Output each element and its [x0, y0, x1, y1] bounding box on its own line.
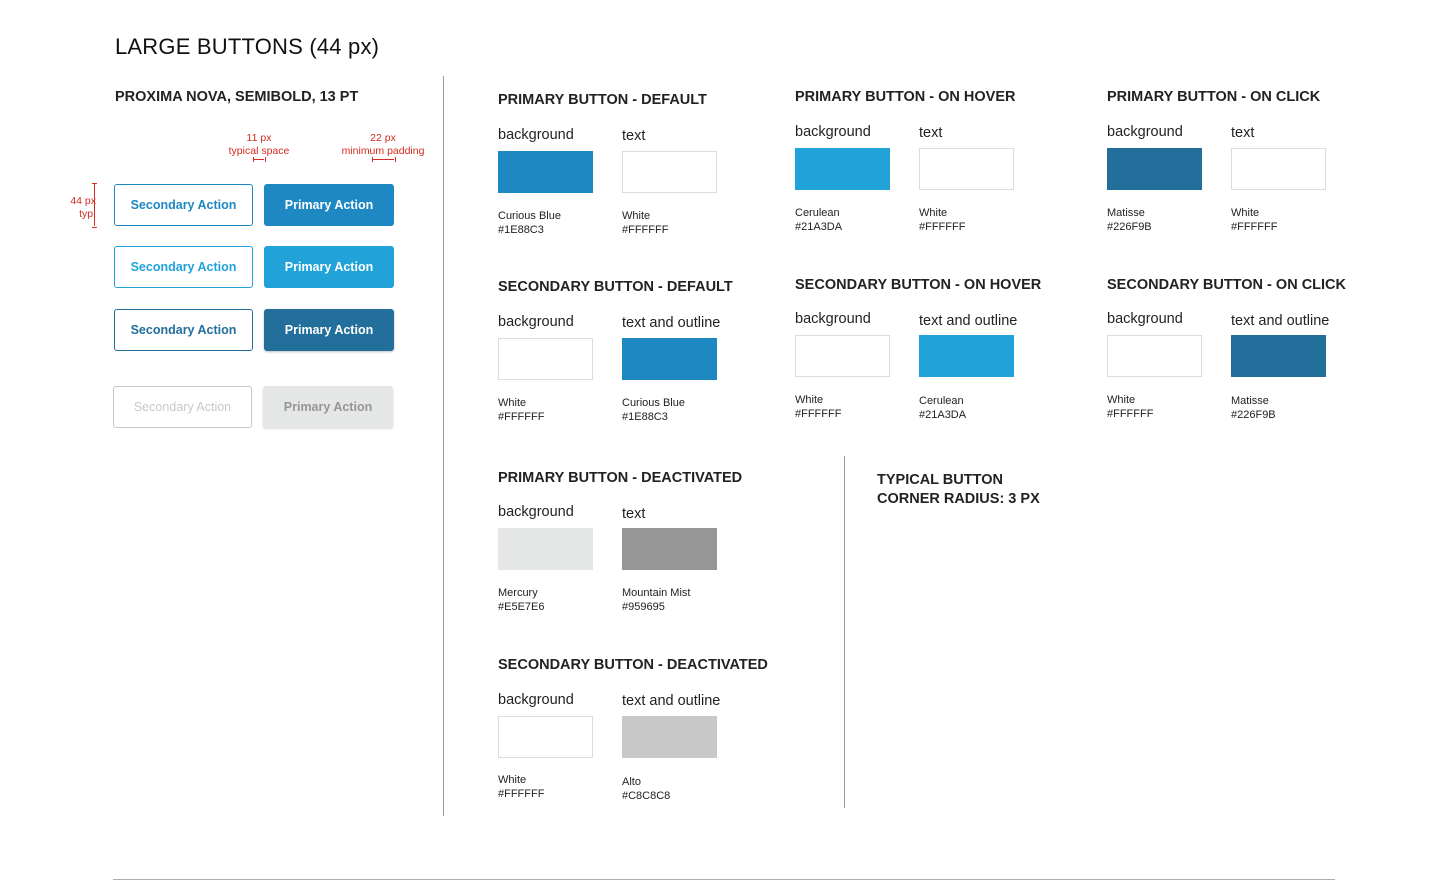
secondary-deactivated-fg-color: Alto #C8C8C8 — [622, 776, 671, 802]
secondary-default-title: SECONDARY BUTTON - DEFAULT — [498, 279, 733, 295]
primary-deactivated-fg-color: Mountain Mist #959695 — [622, 587, 691, 613]
primary-click-title: PRIMARY BUTTON - ON CLICK — [1107, 89, 1321, 105]
corner-radius-note: TYPICAL BUTTON CORNER RADIUS: 3 PX — [877, 472, 1040, 507]
secondary-default-fg-label: text and outline — [622, 315, 721, 331]
secondary-deactivated-fg-swatch — [622, 716, 717, 758]
primary-hover-bg-swatch — [795, 148, 890, 190]
primary-deactivated-title: PRIMARY BUTTON - DEACTIVATED — [498, 470, 743, 486]
primary-default-bg-label: background — [498, 127, 574, 143]
primary-click-bg-label: background — [1107, 124, 1183, 140]
primary-deactivated-fg-label: text — [622, 506, 646, 522]
secondary-click-bg-swatch — [1107, 335, 1202, 377]
primary-deactivated-bg-swatch — [498, 528, 593, 570]
primary-button-deactivated: Primary Action — [263, 386, 393, 428]
primary-hover-fg-label: text — [919, 125, 943, 141]
secondary-hover-bg-color: White #FFFFFF — [795, 394, 842, 420]
primary-click-bg-color: Matisse #226F9B — [1107, 207, 1152, 233]
page-title: LARGE BUTTONS (44 px) — [115, 34, 380, 59]
min-padding-annotation: 22 px minimum padding — [341, 132, 425, 157]
primary-deactivated-bg-label: background — [498, 504, 574, 520]
left-divider — [443, 76, 444, 816]
primary-button-click[interactable]: Primary Action — [264, 309, 394, 351]
primary-default-bg-color: Curious Blue #1E88C3 — [498, 210, 561, 236]
primary-button-hover[interactable]: Primary Action — [264, 246, 394, 288]
primary-default-title: PRIMARY BUTTON - DEFAULT — [498, 92, 707, 108]
secondary-deactivated-bg-label: background — [498, 692, 574, 708]
height-annotation: 44 px typ. — [70, 195, 96, 220]
secondary-button-default[interactable]: Secondary Action — [114, 184, 253, 226]
primary-click-fg-label: text — [1231, 125, 1255, 141]
secondary-deactivated-title: SECONDARY BUTTON - DEACTIVATED — [498, 657, 768, 673]
secondary-deactivated-fg-label: text and outline — [622, 693, 721, 709]
primary-click-fg-swatch — [1231, 148, 1326, 190]
secondary-hover-bg-label: background — [795, 311, 871, 327]
secondary-click-fg-swatch — [1231, 335, 1326, 377]
typical-space-line — [253, 159, 264, 160]
secondary-button-click[interactable]: Secondary Action — [114, 309, 253, 351]
bottom-divider — [113, 879, 1335, 880]
primary-hover-title: PRIMARY BUTTON - ON HOVER — [795, 89, 1016, 105]
primary-hover-fg-color: White #FFFFFF — [919, 207, 966, 233]
secondary-click-fg-color: Matisse #226F9B — [1231, 395, 1276, 421]
height-line — [94, 183, 95, 226]
secondary-default-bg-swatch — [498, 338, 593, 380]
primary-default-bg-swatch — [498, 151, 593, 193]
secondary-default-fg-color: Curious Blue #1E88C3 — [622, 397, 685, 423]
primary-hover-bg-color: Cerulean #21A3DA — [795, 207, 843, 233]
secondary-button-hover[interactable]: Secondary Action — [114, 246, 253, 288]
secondary-click-title: SECONDARY BUTTON - ON CLICK — [1107, 277, 1346, 293]
secondary-hover-fg-label: text and outline — [919, 313, 1018, 329]
primary-click-fg-color: White #FFFFFF — [1231, 207, 1278, 233]
primary-default-fg-label: text — [622, 128, 646, 144]
secondary-click-fg-label: text and outline — [1231, 313, 1330, 329]
font-spec: PROXIMA NOVA, SEMIBOLD, 13 PT — [115, 89, 359, 105]
center-divider — [844, 456, 845, 808]
secondary-default-fg-swatch — [622, 338, 717, 380]
secondary-click-bg-label: background — [1107, 311, 1183, 327]
primary-deactivated-fg-swatch — [622, 528, 717, 570]
primary-deactivated-bg-color: Mercury #E5E7E6 — [498, 587, 545, 613]
secondary-button-deactivated: Secondary Action — [113, 386, 252, 428]
primary-default-fg-color: White #FFFFFF — [622, 210, 669, 236]
primary-click-bg-swatch — [1107, 148, 1202, 190]
secondary-default-bg-color: White #FFFFFF — [498, 397, 545, 423]
secondary-default-bg-label: background — [498, 314, 574, 330]
min-padding-line — [372, 159, 394, 160]
secondary-deactivated-bg-color: White #FFFFFF — [498, 774, 545, 800]
secondary-hover-title: SECONDARY BUTTON - ON HOVER — [795, 277, 1042, 293]
secondary-click-bg-color: White #FFFFFF — [1107, 394, 1154, 420]
primary-hover-bg-label: background — [795, 124, 871, 140]
typical-space-annotation: 11 px typical space — [228, 132, 290, 157]
secondary-hover-fg-swatch — [919, 335, 1014, 377]
secondary-hover-fg-color: Cerulean #21A3DA — [919, 395, 967, 421]
secondary-hover-bg-swatch — [795, 335, 890, 377]
primary-hover-fg-swatch — [919, 148, 1014, 190]
secondary-deactivated-bg-swatch — [498, 716, 593, 758]
primary-default-fg-swatch — [622, 151, 717, 193]
primary-button-default[interactable]: Primary Action — [264, 184, 394, 226]
